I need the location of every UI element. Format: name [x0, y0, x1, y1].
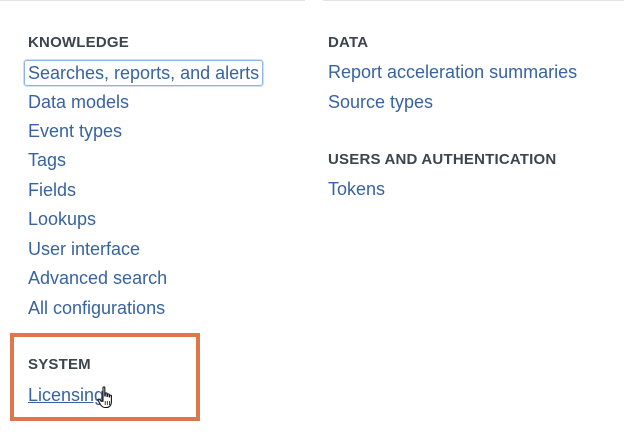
link-event-types[interactable]: Event types — [28, 119, 122, 143]
link-data-models[interactable]: Data models — [28, 90, 129, 114]
hand-pointer-icon — [97, 386, 112, 409]
link-source-types[interactable]: Source types — [328, 90, 433, 114]
section-heading-knowledge: KNOWLEDGE — [28, 34, 129, 51]
link-lookups[interactable]: Lookups — [28, 207, 96, 231]
link-licensing[interactable]: Licensing — [28, 383, 104, 407]
section-heading-data: DATA — [328, 34, 369, 51]
link-tags[interactable]: Tags — [28, 148, 66, 172]
section-heading-system: SYSTEM — [28, 356, 91, 373]
section-heading-users-authentication: USERS AND AUTHENTICATION — [328, 151, 557, 168]
link-searches-reports-alerts[interactable]: Searches, reports, and alerts — [24, 60, 264, 86]
link-all-configurations[interactable]: All configurations — [28, 296, 165, 320]
link-advanced-search[interactable]: Advanced search — [28, 266, 167, 290]
link-user-interface[interactable]: User interface — [28, 237, 140, 261]
link-report-acceleration-summaries[interactable]: Report acceleration summaries — [328, 60, 577, 84]
panel-divider — [305, 0, 323, 435]
link-tokens[interactable]: Tokens — [328, 177, 385, 201]
link-fields[interactable]: Fields — [28, 178, 76, 202]
